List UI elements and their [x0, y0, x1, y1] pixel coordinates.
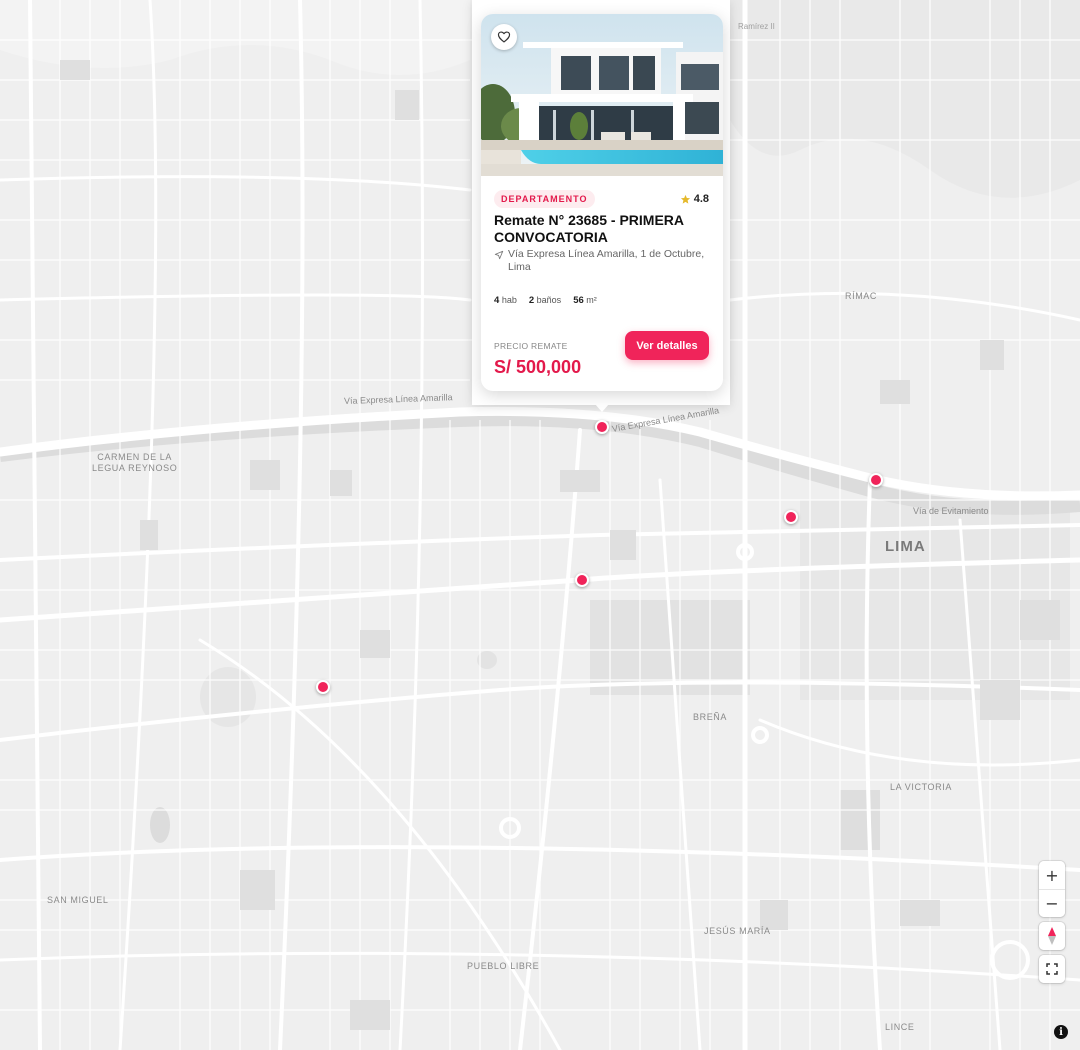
map-partial-label: Ramírez II	[738, 22, 775, 31]
fullscreen-icon	[1046, 963, 1058, 975]
district-label-san-miguel: SAN MIGUEL	[47, 895, 109, 905]
view-details-button[interactable]: Ver detalles	[625, 331, 709, 360]
price-value: S/ 500,000	[494, 357, 582, 377]
fullscreen-button[interactable]	[1039, 955, 1065, 983]
property-type-badge: DEPARTAMENTO	[494, 190, 595, 208]
compass-control	[1039, 922, 1065, 950]
address-text: Vía Expresa Línea Amarilla, 1 de Octubre…	[508, 248, 705, 273]
popup-pointer	[595, 404, 609, 412]
property-card[interactable]: DEPARTAMENTO 4.8 Remate N° 23685 - PRIME…	[481, 14, 723, 391]
property-specs: 4 hab 2 baños 56 m²	[494, 295, 597, 306]
rating-value: 4.8	[693, 193, 709, 205]
property-rating: 4.8	[680, 193, 709, 205]
price-label: PRECIO REMATE	[494, 341, 568, 351]
spec-rooms: 4 hab	[494, 295, 517, 306]
spec-baths: 2 baños	[528, 295, 562, 306]
property-marker[interactable]	[784, 510, 798, 524]
zoom-in-button[interactable]: +	[1039, 861, 1065, 889]
compass-icon	[1048, 927, 1056, 945]
map-canvas[interactable]: CARMEN DE LA LEGUA REYNOSO RÍMAC LIMA BR…	[0, 0, 1080, 1050]
compass-button[interactable]	[1039, 922, 1065, 950]
zoom-out-button[interactable]: −	[1039, 889, 1065, 917]
property-photo[interactable]	[481, 14, 723, 176]
property-title[interactable]: Remate N° 23685 - PRIMERA CONVOCATORIA	[494, 212, 714, 246]
district-label-carmen: CARMEN DE LA LEGUA REYNOSO	[92, 452, 178, 473]
favorite-button[interactable]	[491, 24, 517, 50]
navigation-arrow-icon	[494, 250, 504, 260]
property-marker[interactable]	[869, 473, 883, 487]
district-label-pueblo-libre: PUEBLO LIBRE	[467, 961, 540, 971]
district-label-lince: LINCE	[885, 1022, 915, 1032]
district-label-jesus-maria: JESÚS MARÍA	[704, 926, 771, 936]
property-address: Vía Expresa Línea Amarilla, 1 de Octubre…	[494, 248, 712, 274]
district-label-brena: BREÑA	[693, 712, 728, 722]
zoom-controls: + −	[1039, 861, 1065, 917]
property-marker-selected[interactable]	[595, 420, 609, 434]
district-label-rimac: RÍMAC	[845, 291, 877, 301]
district-label-lima: LIMA	[885, 538, 926, 555]
star-icon	[680, 194, 690, 204]
heart-outline-icon	[497, 31, 511, 43]
road-label-evitamiento: Vía de Evitamiento	[913, 506, 989, 516]
fullscreen-control	[1039, 955, 1065, 983]
property-marker[interactable]	[316, 680, 330, 694]
spec-area: 56 m²	[573, 295, 597, 306]
property-marker[interactable]	[575, 573, 589, 587]
district-label-la-victoria: LA VICTORIA	[890, 782, 952, 792]
attribution-info-button[interactable]: i	[1054, 1025, 1068, 1039]
